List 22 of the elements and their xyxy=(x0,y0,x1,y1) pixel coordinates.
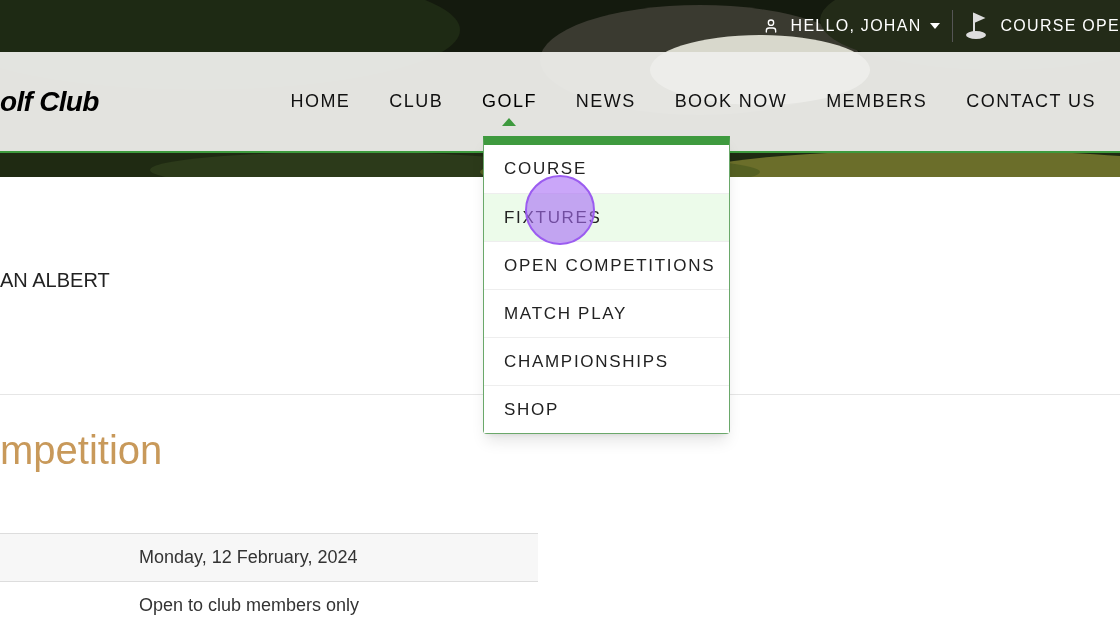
course-status: COURSE OPE xyxy=(1000,16,1120,36)
logo: olf Club xyxy=(0,84,99,119)
menu-item[interactable]: SHOP xyxy=(484,385,729,433)
nav-link[interactable]: CLUB xyxy=(389,88,444,115)
nav-link[interactable]: CONTACT US xyxy=(966,88,1096,115)
active-caret-icon xyxy=(502,118,517,126)
menu-item[interactable]: MATCH PLAY xyxy=(484,289,729,337)
member-name: AN ALBERT xyxy=(0,269,110,291)
table-cell-text: Open to club members only xyxy=(139,594,360,617)
menu-item[interactable]: OPEN COMPETITIONS xyxy=(484,241,729,289)
table-cell-text: Monday, 12 February, 2024 xyxy=(139,546,358,569)
nav-link[interactable]: HOME xyxy=(290,88,351,115)
caret-icon xyxy=(929,23,940,29)
nav-link[interactable]: NEWS xyxy=(575,88,636,115)
menu-item[interactable]: CHAMPIONSHIPS xyxy=(484,337,729,385)
page-heading: mpetition xyxy=(0,427,164,474)
menu-item[interactable]: COURSE xyxy=(484,145,729,193)
nav-link[interactable]: MEMBERS xyxy=(826,88,928,115)
user-menu[interactable]: HELLO, JOHAN xyxy=(790,14,940,38)
nav-link[interactable]: GOLF xyxy=(482,88,537,115)
golf-flag-icon xyxy=(964,12,989,40)
nav-link[interactable]: BOOK NOW xyxy=(674,88,788,115)
